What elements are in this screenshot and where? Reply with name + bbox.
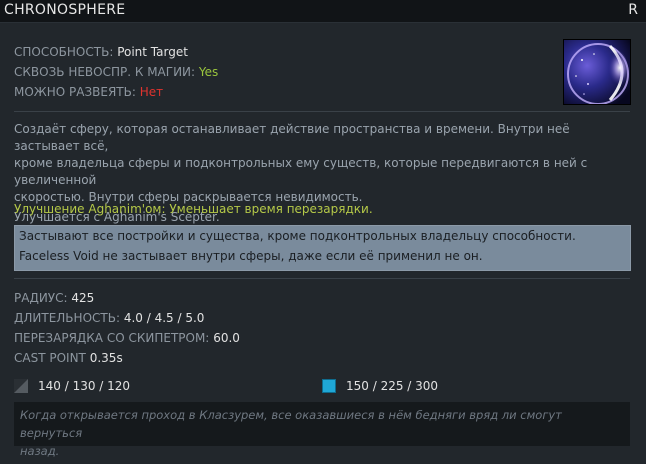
radius-label: РАДИУС: <box>14 291 68 305</box>
stat-duration: ДЛИТЕЛЬНОСТЬ: 4.0 / 4.5 / 5.0 <box>14 308 240 328</box>
stat-radius: РАДИУС: 425 <box>14 288 240 308</box>
ability-type-label: СПОСОБНОСТЬ: <box>14 45 114 59</box>
description-line: кроме владельца сферы и подконтрольных е… <box>14 156 588 187</box>
duration-value: 4.0 / 4.5 / 5.0 <box>123 311 205 325</box>
tooltip-header: CHRONOSPHERE R <box>0 0 646 23</box>
meta-ability-row: СПОСОБНОСТЬ: Point Target <box>14 42 218 62</box>
meta-immunity-row: СКВОЗЬ НЕВОСПР. К МАГИИ: Yes <box>14 62 218 82</box>
dispellable-label: МОЖНО РАЗВЕЯТЬ: <box>14 85 136 99</box>
note-item: Застывают все постройки и существа, кром… <box>19 229 576 243</box>
lore-line: Когда открывается проход в Класзурем, вс… <box>20 408 562 440</box>
scepter-upgrade-text: Улучшение Aghanim'ом: Уменьшает время пе… <box>14 202 373 216</box>
lore-line: назад. <box>20 444 60 458</box>
cooldown-cost: 140 / 130 / 120 <box>14 378 130 394</box>
meta-divider <box>14 111 630 112</box>
dispellable-value: Нет <box>139 85 164 99</box>
description-line: Создаёт сферу, которая останавливает дей… <box>14 122 570 153</box>
cast-point-label: CAST POINT <box>14 351 86 365</box>
chronosphere-ability-icon <box>563 39 631 105</box>
ability-stats: РАДИУС: 425 ДЛИТЕЛЬНОСТЬ: 4.0 / 4.5 / 5.… <box>14 288 240 368</box>
ability-meta: СПОСОБНОСТЬ: Point Target СКВОЗЬ НЕВОСПР… <box>14 42 218 102</box>
cooldown-icon <box>14 379 28 393</box>
mana-cost: 150 / 225 / 300 <box>322 378 438 394</box>
mana-values: 150 / 225 / 300 <box>346 379 439 393</box>
stat-scepter-cooldown: ПЕРЕЗАРЯДКА СО СКИПЕТРОМ: 60.0 <box>14 328 240 348</box>
scepter-cooldown-label: ПЕРЕЗАРЯДКА СО СКИПЕТРОМ: <box>14 331 210 345</box>
ability-lore: Когда открывается проход в Класзурем, вс… <box>14 402 630 458</box>
ability-hotkey: R <box>628 2 638 18</box>
scepter-cooldown-value: 60.0 <box>213 331 240 345</box>
stat-cast-point: CAST POINT 0.35s <box>14 348 240 368</box>
note-item: Faceless Void не застывает внутри сферы,… <box>19 249 483 263</box>
spell-immunity-label: СКВОЗЬ НЕВОСПР. К МАГИИ: <box>14 65 196 79</box>
ability-notes: Застывают все постройки и существа, кром… <box>14 225 631 271</box>
cooldown-values: 140 / 130 / 120 <box>38 379 131 393</box>
chronosphere-icon-art <box>564 40 630 104</box>
tooltip-body: СПОСОБНОСТЬ: Point Target СКВОЗЬ НЕВОСПР… <box>0 23 646 464</box>
ability-type-value: Point Target <box>117 45 188 59</box>
mana-icon <box>322 379 336 393</box>
spell-immunity-value: Yes <box>198 65 219 79</box>
ability-title: CHRONOSPHERE <box>4 2 126 18</box>
duration-label: ДЛИТЕЛЬНОСТЬ: <box>14 311 120 325</box>
cast-point-value: 0.35s <box>89 351 123 365</box>
meta-dispel-row: МОЖНО РАЗВЕЯТЬ: Нет <box>14 82 218 102</box>
notes-divider <box>14 278 630 279</box>
radius-value: 425 <box>71 291 95 305</box>
